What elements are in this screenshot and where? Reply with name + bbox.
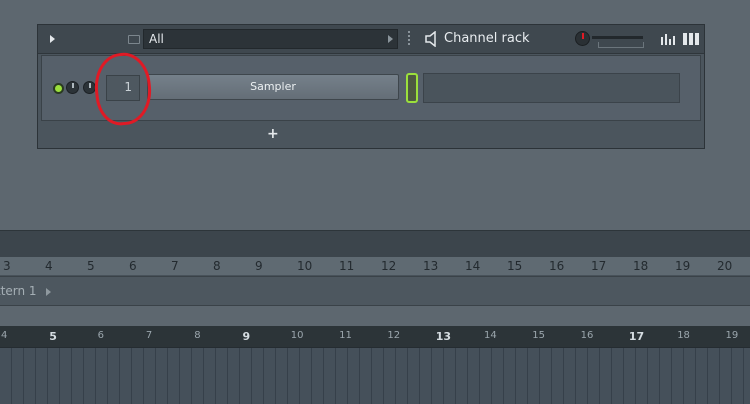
playlist-bar-number: 5 — [49, 330, 57, 343]
ruler-number: 17 — [591, 259, 607, 273]
pattern-selector-bar[interactable]: ttern 1 — [0, 276, 750, 306]
channel-rack-title: Channel rack — [444, 31, 530, 46]
expand-menu-icon[interactable] — [50, 35, 55, 43]
playlist-tracks[interactable] — [0, 347, 750, 404]
ruler-number: 5 — [87, 259, 95, 273]
ruler-number: 11 — [339, 259, 355, 273]
timeline-ruler[interactable]: 3 4 5 6 7 8 9 10 11 12 13 14 15 16 17 18 19 20 — [0, 257, 750, 276]
folder-icon[interactable] — [128, 35, 140, 44]
ruler-number: 3 — [3, 259, 11, 273]
ruler-number: 19 — [675, 259, 691, 273]
ruler-number: 7 — [171, 259, 179, 273]
playlist-bar-number: 15 — [532, 330, 546, 341]
knob-indicator — [89, 83, 91, 88]
playlist-bar-number: 11 — [339, 330, 352, 341]
step-sequencer-icon[interactable] — [683, 33, 699, 45]
ruler-number: 6 — [129, 259, 137, 273]
playlist-bar-number: 9 — [242, 330, 251, 343]
swing-slider[interactable] — [592, 36, 643, 39]
ruler-number: 20 — [717, 259, 733, 273]
ruler-number: 16 — [549, 259, 565, 273]
channel-rack-footer: + — [41, 123, 701, 145]
swing-knob[interactable] — [575, 31, 590, 46]
speaker-icon[interactable] — [425, 31, 439, 47]
playlist-bar-number: 14 — [484, 330, 497, 341]
graph-editor-icon[interactable] — [660, 33, 676, 45]
channel-select-indicator[interactable] — [406, 73, 418, 103]
playlist-bar-number: 18 — [677, 330, 690, 341]
dropdown-arrow-icon — [388, 35, 393, 43]
ruler-number: 10 — [297, 259, 313, 273]
ruler-number: 4 — [45, 259, 53, 273]
knob-indicator — [72, 83, 74, 88]
pattern-label: ttern 1 — [0, 284, 37, 298]
playlist-bar-number: 10 — [290, 330, 304, 341]
filter-value: All — [149, 32, 164, 46]
pattern-arrow-icon[interactable] — [46, 288, 51, 296]
playlist-bar-number: 7 — [145, 330, 153, 341]
playlist-bar-number: 8 — [194, 330, 201, 341]
channel-mute-led[interactable] — [53, 83, 64, 94]
ruler-number: 15 — [507, 259, 523, 273]
playlist-bar-number: 16 — [580, 330, 594, 341]
channel-filter-dropdown[interactable]: All — [143, 29, 398, 49]
playlist-ruler[interactable]: 4 5 6 7 8 9 10 11 12 13 14 15 16 17 18 19 — [0, 326, 750, 347]
volume-knob[interactable] — [66, 81, 79, 94]
playlist-toolbar — [0, 230, 750, 257]
ruler-number: 12 — [381, 259, 397, 273]
drag-handle-icon[interactable] — [408, 31, 410, 47]
swing-slider-track — [598, 42, 644, 48]
ruler-number: 18 — [633, 259, 649, 273]
channel-rack-header: All Channel rack — [38, 25, 704, 54]
ruler-number: 14 — [465, 259, 481, 273]
playlist-bar-number: 12 — [387, 330, 401, 341]
playlist-bar-number: 17 — [628, 330, 645, 343]
channel-name-button[interactable]: Sampler — [147, 74, 399, 100]
add-channel-button[interactable]: + — [267, 126, 279, 142]
playlist-bar-number: 6 — [97, 330, 104, 341]
ruler-number: 13 — [423, 259, 439, 273]
playlist-bar-number: 19 — [725, 330, 739, 341]
ruler-number: 8 — [213, 259, 221, 273]
step-sequence-area[interactable] — [423, 73, 680, 103]
playlist-bar-number: 13 — [435, 330, 451, 343]
ruler-number: 9 — [255, 259, 263, 273]
knob-indicator — [582, 33, 584, 39]
playlist-bar-number: 4 — [1, 330, 8, 341]
